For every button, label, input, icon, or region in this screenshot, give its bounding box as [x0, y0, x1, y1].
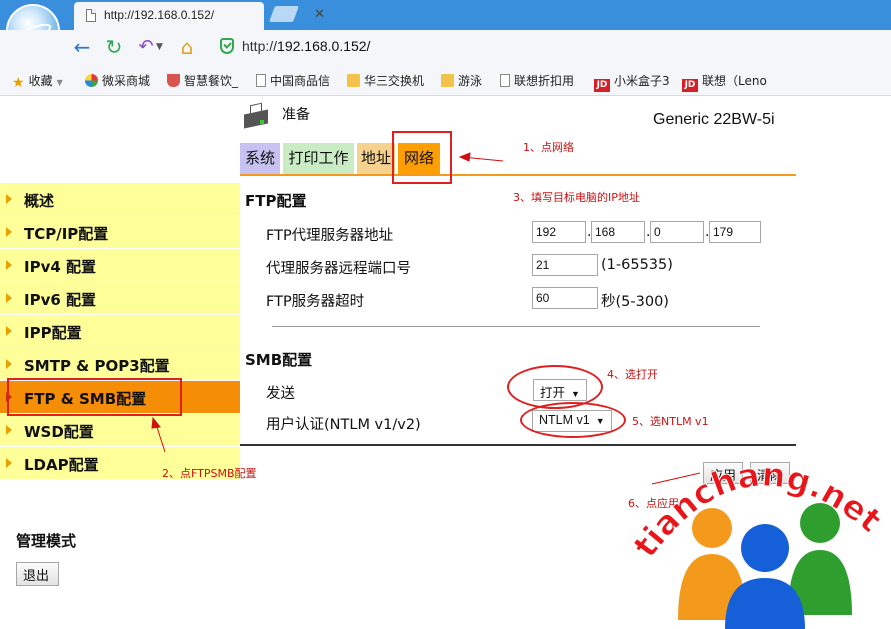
- tianchang-watermark: tianchang.net: [625, 450, 890, 629]
- watermark-graphic: tianchang.net: [625, 454, 890, 629]
